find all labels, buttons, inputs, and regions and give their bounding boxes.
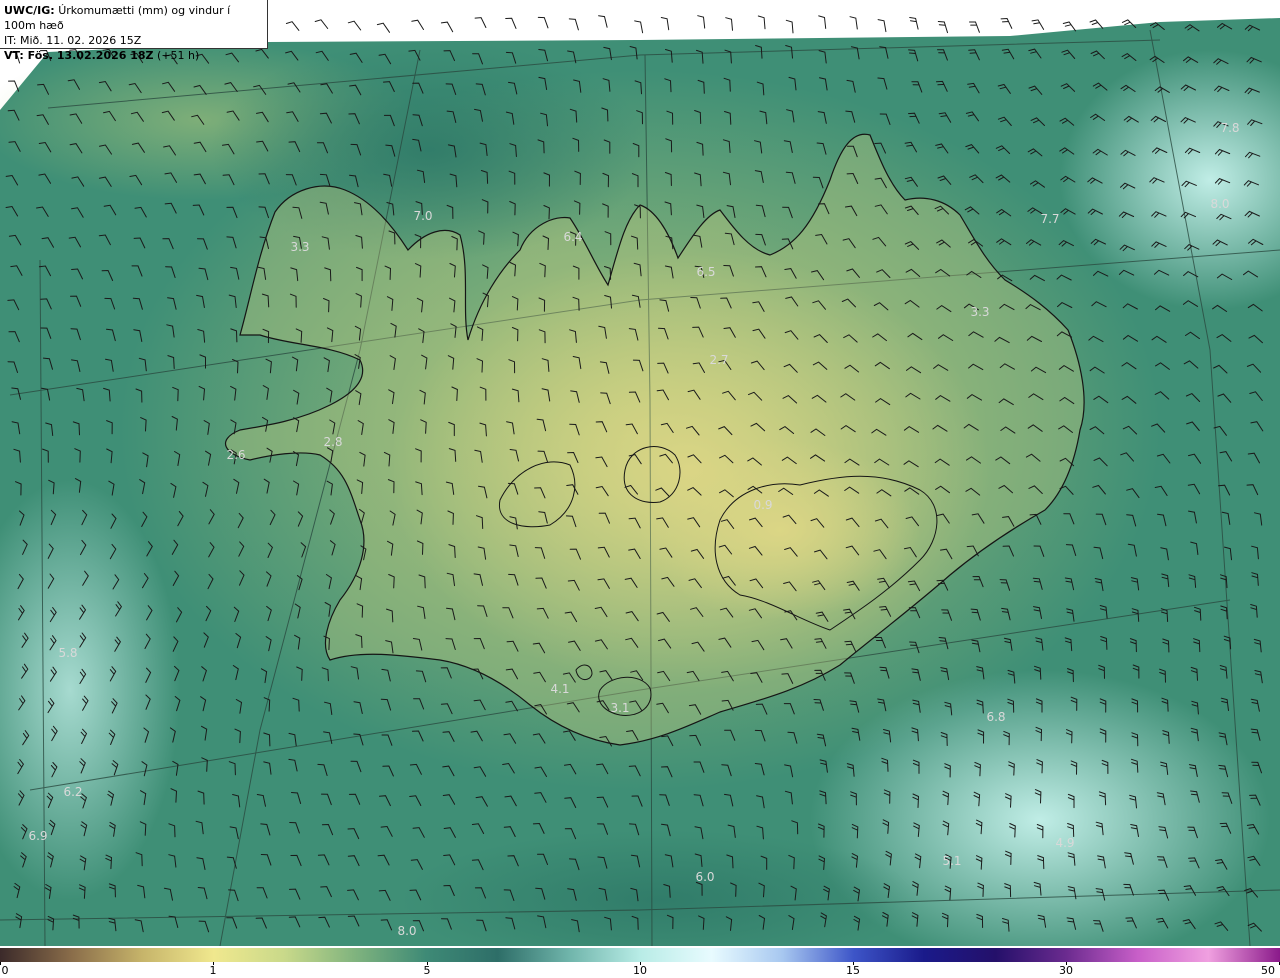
map-value-label: 7.0 [413,209,433,223]
wind-barb [440,21,454,33]
product-title-line: UWC/IG: Úrkomumætti (mm) og vindur í 100… [4,3,263,33]
map-value-label: 6.2 [63,785,83,799]
colorbar-tick: 1 [209,964,217,977]
wind-barb [697,15,706,29]
wind-barb [1000,17,1013,29]
colorbar: 0 1 5 10 15 30 50 [0,946,1280,978]
wind-barb [909,17,919,30]
map-value-label: 6.4 [563,230,583,244]
wind-barb [285,21,300,31]
wind-barb [849,16,858,30]
map-value-label: 4.1 [550,682,570,696]
wind-barb [1089,19,1104,29]
colorbar-tick: 10 [633,964,647,977]
colorbar-tick: 30 [1059,964,1073,977]
map-value-label: 0.9 [753,498,773,512]
wind-barb [818,15,827,29]
map-value-label: 8.0 [1210,197,1230,211]
colorbar-strip [0,948,1280,962]
valid-time-line: VT: Fös. 13.02.2026 18Z (+51 h) [4,48,263,63]
init-time: IT: Mið. 11. 02. 2026 15Z [4,34,142,47]
map-value-label: 2.7 [709,353,729,367]
map-value-label: 3.1 [610,701,630,715]
wind-barb [1062,21,1077,32]
wind-barb [785,19,794,34]
map-value-label: 8.0 [397,924,417,938]
precipitation-wind-map [0,15,1280,946]
colorbar-tick: 0 [1,964,9,977]
map-info-box: UWC/IG: Úrkomumætti (mm) og vindur í 100… [0,0,268,62]
map-value-label: 5.8 [58,646,78,660]
colorbar-tick: 5 [423,964,431,977]
wind-barb [634,20,644,34]
map-value-label: 7.8 [1220,121,1240,135]
wind-barb [1031,19,1045,30]
map-value-label: 6.5 [696,265,716,279]
wind-barb [537,16,549,29]
colorbar-tick: 50 [1261,964,1275,977]
map-value-label: 2.6 [226,448,246,462]
map-value-label: 3.3 [290,240,310,254]
colorbar-tick: 15 [846,964,860,977]
map-value-label: 6.0 [695,870,715,884]
wind-barb [505,17,517,29]
map-value-label: 5.1 [942,854,962,868]
wind-barb [474,17,487,28]
wind-barb [660,17,670,31]
map-value-label: 6.8 [986,710,1006,724]
map-value-label: 3.3 [970,305,990,319]
map-value-label: 4.9 [1055,836,1075,850]
wind-barb [877,19,887,33]
wind-barb [969,21,980,33]
valid-time: VT: Fös. 13.02.2026 18Z [4,49,154,62]
wind-barb [757,15,766,30]
map-value-label: 7.7 [1040,212,1060,226]
map-value-label: 6.9 [28,829,48,843]
wind-barb [376,22,390,33]
wind-barb [937,21,948,34]
forecast-lead: (+51 h) [157,49,200,62]
wind-barb [598,15,608,28]
product-code: UWC/IG: [4,4,55,17]
wind-barb [725,17,733,31]
wind-barb [347,20,362,31]
wind-barb [568,18,579,31]
wind-barb [314,19,329,29]
map-value-label: 2.8 [323,435,343,449]
wind-barb [411,19,424,30]
